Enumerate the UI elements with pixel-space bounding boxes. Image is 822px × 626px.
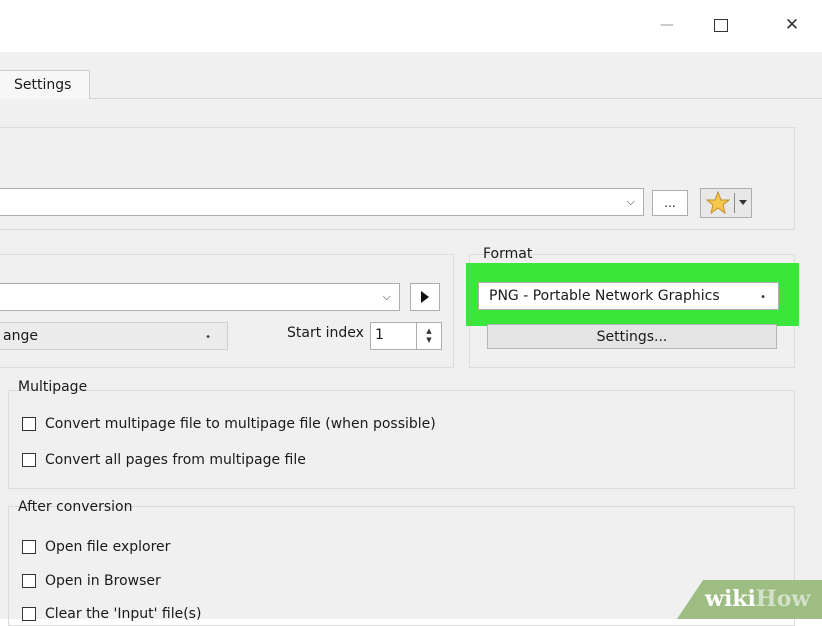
after-option-open-explorer[interactable]: Open file explorer bbox=[22, 539, 170, 555]
after-option-clear-input[interactable]: Clear the 'Input' file(s) bbox=[22, 606, 201, 622]
format-select[interactable]: PNG - Portable Network Graphics • bbox=[478, 282, 779, 310]
checkbox[interactable] bbox=[22, 574, 36, 588]
dropdown-dot-icon: • bbox=[760, 292, 766, 303]
dropdown-dot-icon: • bbox=[205, 332, 211, 343]
format-label: Format bbox=[483, 246, 533, 262]
range-combo[interactable]: ange • bbox=[0, 322, 228, 350]
minimize-icon: — bbox=[660, 17, 674, 33]
star-icon bbox=[705, 190, 731, 215]
play-arrow-icon bbox=[421, 291, 429, 303]
logo-part-how: How bbox=[755, 586, 811, 612]
chevron-down-icon[interactable]: ⌵ bbox=[627, 195, 635, 209]
checkbox-label: Open in Browser bbox=[45, 573, 161, 589]
format-selected-value: PNG - Portable Network Graphics bbox=[489, 288, 720, 304]
start-index-label: Start index bbox=[287, 325, 364, 341]
checkbox[interactable] bbox=[22, 540, 36, 554]
maximize-icon bbox=[714, 18, 728, 32]
name-group bbox=[0, 254, 454, 368]
checkbox-label: Open file explorer bbox=[45, 539, 171, 555]
insert-variable-button[interactable] bbox=[410, 283, 440, 311]
favorites-button[interactable] bbox=[700, 188, 752, 218]
output-path-combo[interactable]: ⌵ bbox=[0, 188, 644, 216]
spin-arrows-icon[interactable]: ▲ ▼ bbox=[416, 323, 441, 349]
chevron-down-icon[interactable]: ⌵ bbox=[383, 290, 391, 304]
browse-label: ... bbox=[664, 196, 676, 210]
dropdown-arrow-icon[interactable] bbox=[739, 200, 747, 206]
start-index-value[interactable]: 1 bbox=[375, 327, 384, 343]
tab-strip bbox=[0, 52, 822, 99]
separator bbox=[734, 193, 735, 213]
after-option-open-browser[interactable]: Open in Browser bbox=[22, 573, 161, 589]
close-icon: ✕ bbox=[784, 15, 800, 35]
browse-button[interactable]: ... bbox=[652, 190, 688, 216]
after-conversion-title: After conversion bbox=[18, 499, 133, 515]
checkbox-label: Convert all pages from multipage file bbox=[45, 452, 306, 468]
tab-settings[interactable]: Settings bbox=[0, 70, 90, 99]
multipage-title: Multipage bbox=[18, 379, 88, 395]
multipage-option-convert[interactable]: Convert multipage file to multipage file… bbox=[22, 416, 436, 432]
close-button[interactable]: ✕ bbox=[775, 10, 809, 40]
title-bar bbox=[0, 0, 822, 52]
checkbox[interactable] bbox=[22, 417, 36, 431]
format-settings-button[interactable]: Settings... bbox=[487, 324, 777, 349]
checkbox[interactable] bbox=[22, 453, 36, 467]
multipage-group bbox=[8, 390, 795, 489]
checkbox-label: Clear the 'Input' file(s) bbox=[45, 606, 202, 622]
multipage-option-all-pages[interactable]: Convert all pages from multipage file bbox=[22, 452, 306, 468]
format-settings-label: Settings... bbox=[596, 328, 668, 345]
tab-label: Settings bbox=[14, 77, 72, 93]
start-index-spinner[interactable]: 1 ▲ ▼ bbox=[370, 322, 442, 350]
filename-pattern-combo[interactable]: ⌵ bbox=[0, 283, 400, 311]
minimize-button[interactable]: — bbox=[650, 10, 684, 40]
maximize-button[interactable] bbox=[704, 10, 738, 40]
range-value: ange bbox=[3, 328, 38, 344]
logo-part-wiki: wiki bbox=[705, 586, 756, 612]
wikihow-logo: wikiHow bbox=[705, 586, 810, 612]
checkbox-label: Convert multipage file to multipage file… bbox=[45, 416, 436, 432]
